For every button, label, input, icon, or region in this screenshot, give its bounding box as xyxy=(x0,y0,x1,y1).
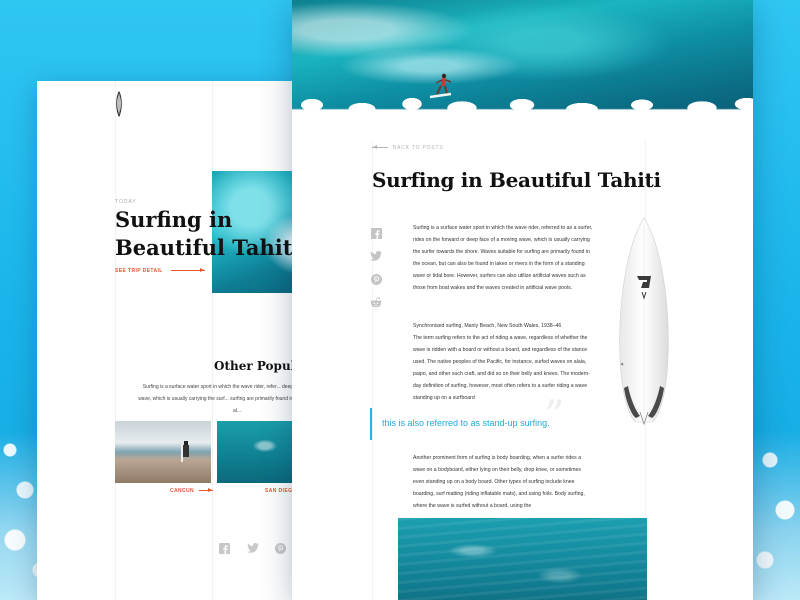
article-paragraph-3: Another prominent form of surfing is bod… xyxy=(413,455,585,509)
see-trip-detail-link[interactable]: SEE TRIP DETAIL xyxy=(115,268,205,274)
article-paragraph-1: Surfing is a surface water sport in whic… xyxy=(413,225,593,291)
surfboard-image: ✶ xyxy=(619,217,669,426)
paragraph-heading: Synchronised surfing, Manly Beach, New S… xyxy=(413,323,562,329)
see-trip-label: SEE TRIP DETAIL xyxy=(115,268,163,274)
pull-quote: this is also referred to as stand-up sur… xyxy=(370,408,592,440)
pinterest-icon[interactable] xyxy=(370,274,382,286)
grid-line xyxy=(115,81,116,600)
cancun-link[interactable]: CANCUN xyxy=(170,488,214,494)
arrow-right-icon xyxy=(170,268,205,273)
back-to-posts-label: BACK TO POSTS xyxy=(393,145,444,151)
grid-line xyxy=(372,140,373,600)
post-title: Surfing in Beautiful Tahiti xyxy=(115,207,301,260)
article-paragraph-2: Synchronised surfing, Manly Beach, New S… xyxy=(413,320,593,404)
twitter-icon[interactable] xyxy=(370,251,382,263)
cancun-label: CANCUN xyxy=(170,488,195,494)
pull-quote-text: this is also referred to as stand-up sur… xyxy=(382,418,550,428)
twitter-icon[interactable] xyxy=(247,543,259,556)
hero-torn-edge xyxy=(292,95,753,125)
surfboard-logo-icon[interactable] xyxy=(115,91,123,117)
svg-text:✶: ✶ xyxy=(620,362,624,368)
share-bar xyxy=(370,228,384,320)
cancun-thumbnail[interactable] xyxy=(115,421,211,483)
facebook-icon[interactable] xyxy=(370,228,382,240)
reddit-icon[interactable] xyxy=(370,297,382,309)
surfer-figure xyxy=(181,441,189,462)
article-title: Surfing in Beautiful Tahiti xyxy=(372,168,661,192)
article-page: BACK TO POSTS Surfing in Beautiful Tahit… xyxy=(292,0,753,600)
ocean-surfers-image xyxy=(398,518,647,600)
pinterest-icon[interactable] xyxy=(275,543,286,557)
back-to-posts-link[interactable]: BACK TO POSTS xyxy=(372,145,444,151)
grid-line xyxy=(212,81,213,600)
facebook-icon[interactable] xyxy=(219,543,230,557)
paragraph-body: The term surfing refers to the act of ri… xyxy=(413,335,590,401)
arrow-left-icon xyxy=(372,145,388,150)
arrow-right-icon xyxy=(199,488,214,493)
background-foam-right xyxy=(750,430,800,600)
date-label: TODAY xyxy=(115,199,137,205)
